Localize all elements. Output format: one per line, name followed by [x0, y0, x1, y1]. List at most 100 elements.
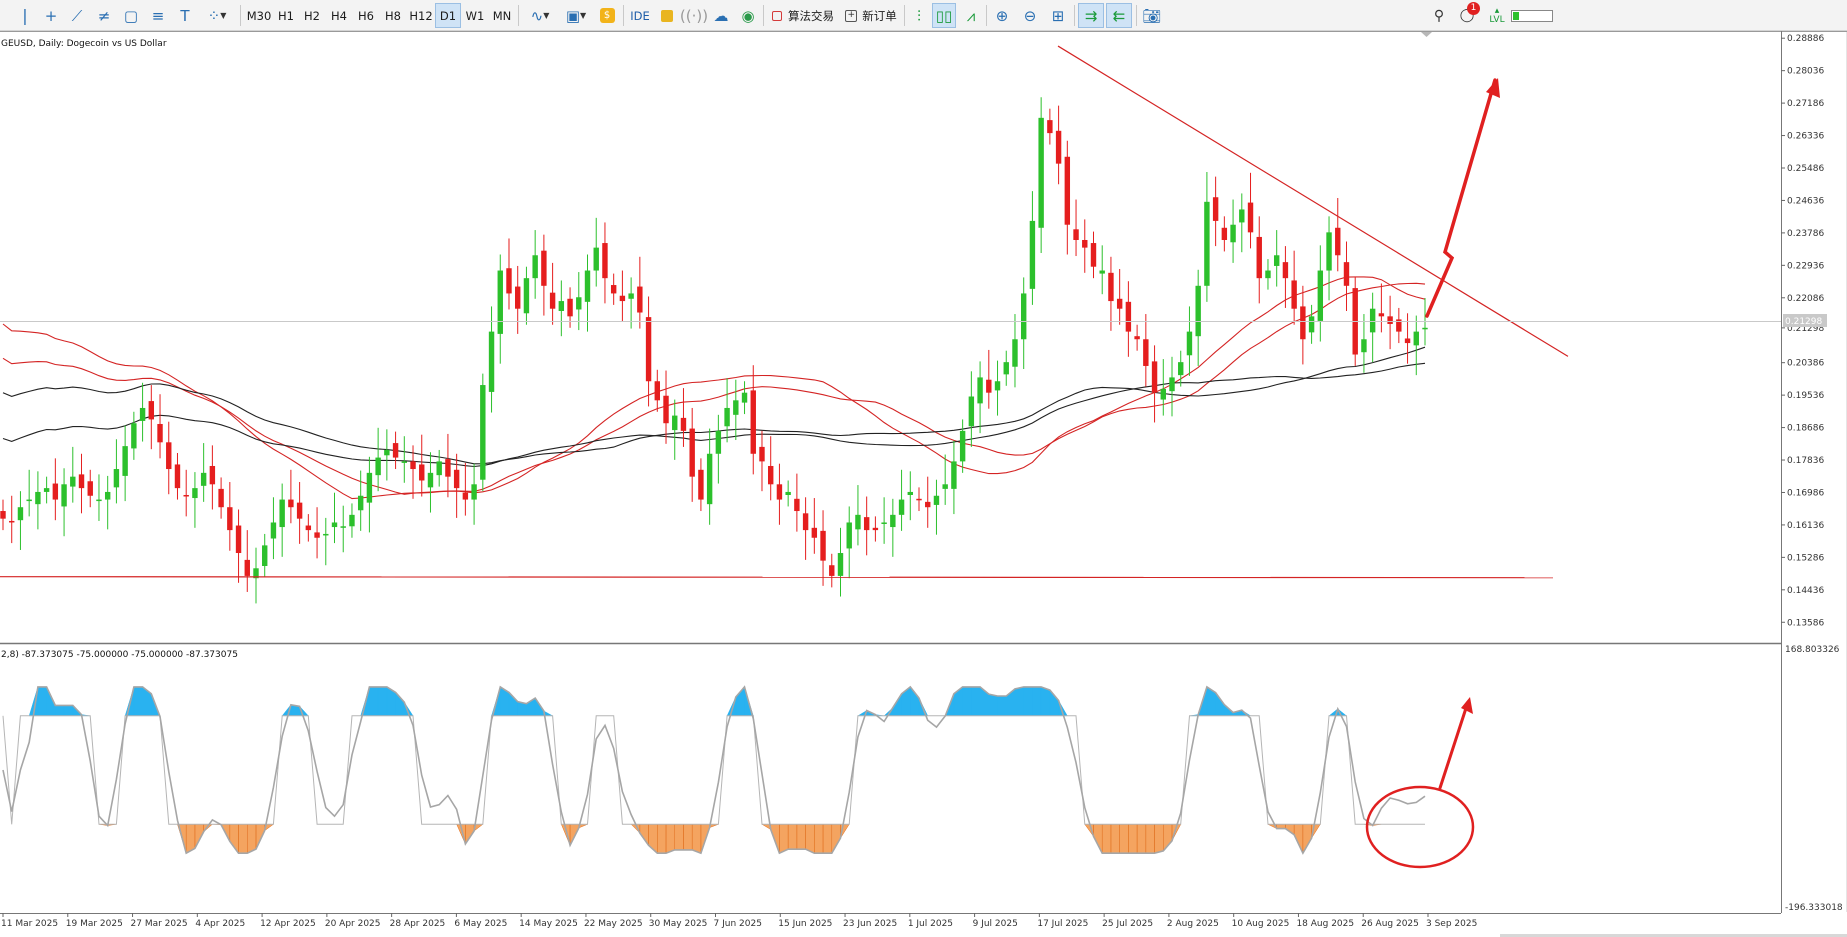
vps-icon[interactable]: ☁	[710, 3, 732, 28]
date-tick-label: 10 Aug 2025	[1232, 919, 1290, 929]
candle-body	[1343, 262, 1350, 286]
candle-body	[1090, 243, 1097, 267]
toolbar: | + ⟋ ≠ ▢ ≡ T ⁘ ▼ M30 H1 H2 H4 H6 H8 H12 …	[0, 0, 1847, 31]
candle-body	[157, 423, 163, 443]
price-tick-label: 0.18686	[1787, 424, 1824, 434]
timeframe-mn[interactable]: MN	[489, 3, 515, 28]
candle-body	[122, 446, 128, 476]
shift-icon[interactable]: ⇇	[1106, 3, 1132, 28]
zoom-in-icon[interactable]: ⊕	[990, 3, 1014, 28]
line-chart-icon[interactable]: ⩘	[959, 3, 983, 28]
screenshot-icon[interactable]: 📷︎	[1140, 3, 1164, 28]
algo-trading-button[interactable]: 算法交易	[768, 3, 838, 28]
candle-body	[410, 461, 416, 470]
shapes-icon[interactable]: ⁘ ▼	[200, 3, 234, 28]
channel-icon[interactable]: ≠	[93, 3, 115, 28]
candle-body	[209, 465, 216, 485]
date-tick-label: 11 Mar 2025	[1, 919, 58, 929]
ide-button[interactable]: IDE	[626, 3, 654, 28]
candle-body	[1422, 327, 1428, 330]
candle-body	[244, 559, 250, 576]
candle-body	[724, 407, 730, 427]
candle-body	[1099, 270, 1105, 274]
price-tick-label: 0.22086	[1787, 294, 1824, 304]
connection-strength	[1510, 3, 1554, 28]
candle-body	[1038, 117, 1044, 228]
candle-body	[1003, 362, 1009, 375]
candle-body	[113, 469, 120, 488]
grid-icon[interactable]: ⊞	[1046, 3, 1070, 28]
timeframe-h12[interactable]: H12	[407, 3, 435, 28]
candle-body	[61, 484, 67, 507]
bar-chart-icon[interactable]: ⫶	[907, 3, 931, 28]
candle-body	[951, 461, 957, 489]
candle-body	[1282, 262, 1289, 279]
notification-icon[interactable]: ◯ 1	[1456, 2, 1480, 28]
signals-icon[interactable]: ((·))	[680, 3, 708, 28]
price-tick-label: 0.16136	[1787, 521, 1824, 531]
rectangle-icon[interactable]: ▢	[120, 3, 142, 28]
text-icon[interactable]: T	[174, 3, 196, 28]
chart-type-icon[interactable]: ∿ ▼	[524, 3, 556, 28]
candle-body	[925, 501, 931, 508]
candle-body	[1012, 339, 1018, 367]
current-price-label: 0.21298	[1785, 317, 1822, 327]
candle-body	[174, 464, 181, 489]
candle-body	[104, 491, 111, 500]
candle-body	[78, 474, 85, 489]
candle-body	[837, 553, 844, 576]
candle-body	[384, 449, 390, 456]
timeframe-d1[interactable]: D1	[435, 3, 461, 28]
candle-chart-icon[interactable]: ▯▯	[932, 3, 956, 28]
template-icon[interactable]: ▣ ▼	[560, 3, 592, 28]
date-tick-label: 3 Sep 2025	[1426, 919, 1477, 929]
timeframe-h4[interactable]: H4	[327, 3, 351, 28]
candle-body	[994, 381, 1001, 391]
candle-body	[549, 292, 556, 309]
candle-body	[436, 461, 442, 476]
candle-body	[349, 514, 355, 527]
candle-body	[488, 331, 495, 392]
candle-body	[366, 472, 373, 503]
zoom-out-icon[interactable]: ⊖	[1018, 3, 1042, 28]
candle-body	[741, 392, 748, 403]
globe-icon[interactable]: ◉	[737, 3, 759, 28]
timeframe-w1[interactable]: W1	[462, 3, 488, 28]
date-tick-label: 2 Aug 2025	[1167, 919, 1219, 929]
candle-body	[323, 533, 329, 536]
candle-body	[1125, 301, 1132, 332]
candle-body	[1055, 130, 1062, 164]
price-tick-label: 0.20386	[1787, 359, 1824, 369]
crosshair-icon[interactable]: +	[40, 3, 62, 28]
date-tick-label: 30 May 2025	[649, 919, 708, 929]
timeframe-m30[interactable]: M30	[244, 3, 274, 28]
candle-body	[227, 507, 233, 531]
stop-icon	[772, 10, 782, 21]
candle-body	[802, 513, 809, 531]
lock-icon[interactable]	[656, 3, 678, 28]
candle-body	[52, 483, 59, 500]
cursor-icon[interactable]: |	[14, 3, 36, 28]
candle-body	[1239, 209, 1245, 223]
candle-body	[977, 377, 983, 404]
timeframe-h2[interactable]: H2	[300, 3, 324, 28]
fibonacci-icon[interactable]: ≡	[147, 3, 169, 28]
algo-trading-label: 算法交易	[788, 8, 834, 23]
autoscroll-icon[interactable]: ⇉	[1078, 3, 1104, 28]
new-order-button[interactable]: + 新订单	[840, 3, 902, 28]
timeframe-h6[interactable]: H6	[354, 3, 378, 28]
chart-window[interactable]: GEUSD, Daily: Dogecoin vs US Dollar 2,8)…	[0, 31, 1847, 937]
search-icon[interactable]: ⚲	[1428, 3, 1450, 28]
date-tick-label: 6 May 2025	[454, 919, 507, 929]
candle-body	[480, 385, 486, 480]
market-icon[interactable]: $	[596, 3, 618, 28]
trendline-icon[interactable]: ⟋	[66, 3, 88, 28]
candle-body	[1256, 236, 1262, 279]
candle-body	[689, 428, 695, 477]
candle-body	[1178, 362, 1184, 376]
candle-body	[1404, 338, 1411, 344]
candle-body	[846, 522, 852, 549]
price-tick-label: 0.22936	[1787, 261, 1824, 271]
timeframe-h8[interactable]: H8	[381, 3, 405, 28]
timeframe-h1[interactable]: H1	[274, 3, 298, 28]
